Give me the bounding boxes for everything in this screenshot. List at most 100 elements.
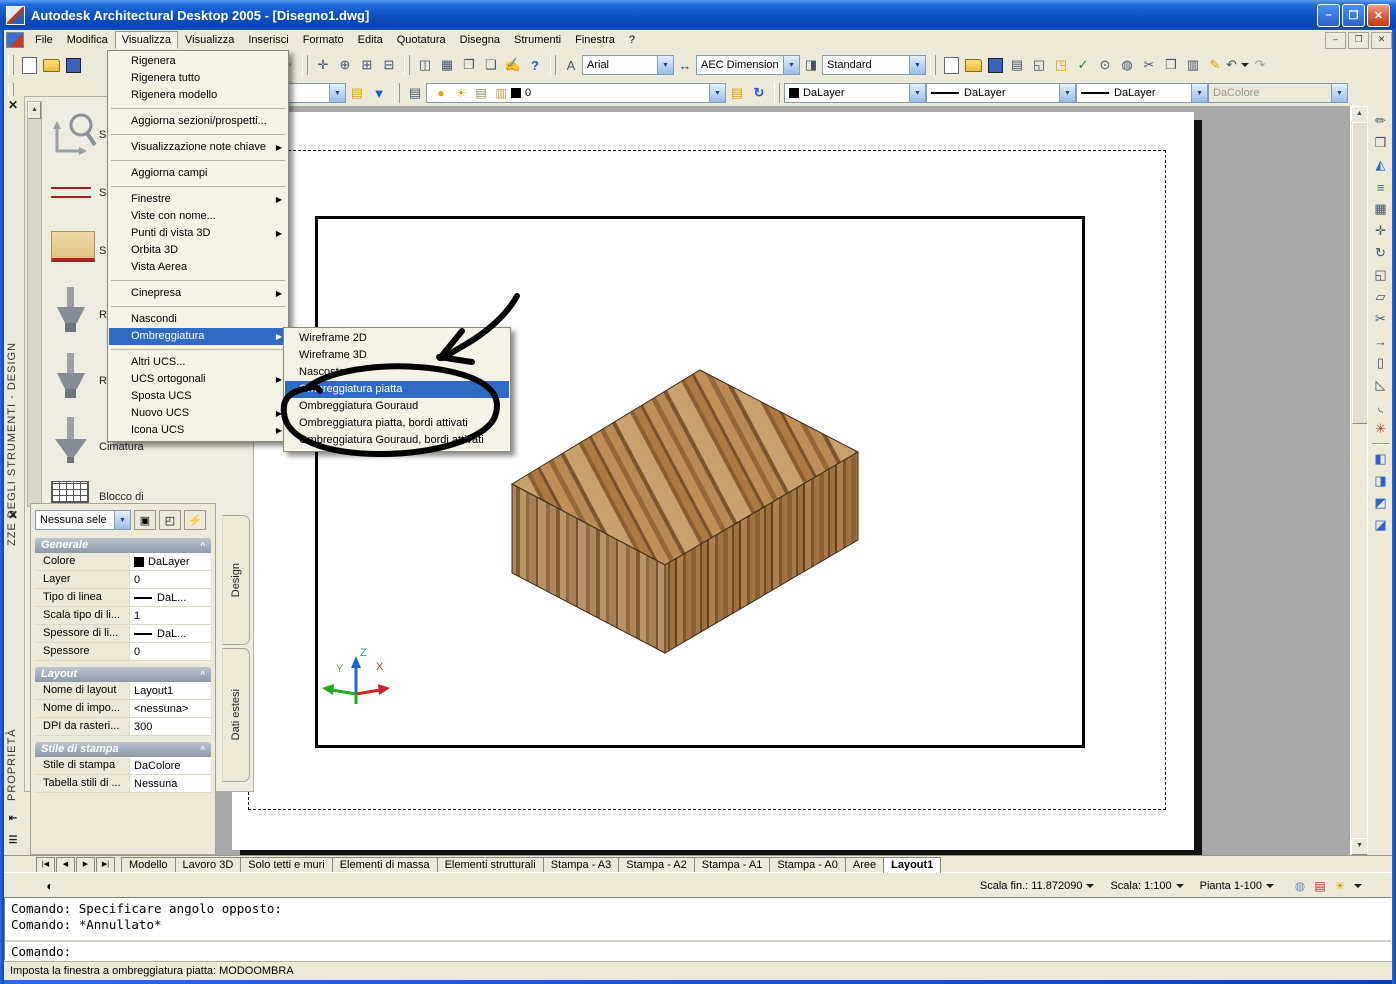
tab-lavoro-3d[interactable]: Lavoro 3D (175, 857, 242, 873)
submenu-item-ombreggiatura-gouraud[interactable]: Ombreggiatura Gouraud (285, 398, 509, 415)
submenu-item-ombreggiatura-piatta[interactable]: Ombreggiatura piatta (285, 381, 509, 398)
canvas-vscrollbar[interactable]: ▲ ▼ (1350, 106, 1368, 855)
lineweight-combo[interactable]: DaLayer ▼ (1076, 83, 1208, 103)
menu-item-viste-con-nome[interactable]: Viste con nome... (109, 208, 287, 225)
tab-solo-tetti-e-muri[interactable]: Solo tetti e muri (240, 857, 332, 873)
layer-key-icon[interactable]: ▤ (1310, 877, 1330, 895)
tool-slab-icon[interactable] (51, 231, 95, 262)
menubar-item-edita[interactable]: Edita (351, 31, 390, 49)
draworder-back-button[interactable]: ◨ (1369, 470, 1392, 492)
layer-manager-button[interactable]: ▤ (346, 82, 368, 104)
chamfer-button[interactable]: ◺ (1369, 374, 1392, 396)
tool-block-grid-icon[interactable] (51, 481, 89, 503)
tab-elementi-di-massa[interactable]: Elementi di massa (332, 857, 438, 873)
tool-chamfer-bit-icon[interactable] (51, 415, 91, 471)
combo-arrow-icon[interactable]: ▼ (909, 56, 925, 74)
menu-item-rigenera-tutto[interactable]: Rigenera tutto (109, 70, 287, 87)
stack-button[interactable]: ❑ (480, 54, 502, 76)
property-row[interactable]: Tabella stili di ...Nessuna (35, 775, 211, 793)
text-style-button[interactable]: A (560, 54, 582, 76)
layer-on-icon[interactable]: ● (431, 84, 451, 102)
undo-list-button[interactable]: ↶ (1226, 54, 1249, 76)
menu-item-ombreggiatura[interactable]: Ombreggiatura▶ (109, 328, 287, 345)
toolbar-grip[interactable] (8, 55, 14, 75)
palette-tab-design[interactable]: Design (222, 515, 250, 645)
property-row[interactable]: Tipo di lineaDaL... (35, 589, 211, 607)
section-header-stile-di-stampa[interactable]: Stile di stampa ^ (35, 742, 211, 757)
copy-clip-button[interactable]: ❒ (1160, 54, 1182, 76)
zoom-realtime-button[interactable]: ⊕ (334, 54, 356, 76)
style-button[interactable]: ◨ (800, 54, 822, 76)
tab-stampa-a0[interactable]: Stampa - A0 (769, 857, 846, 873)
layer-lock-icon[interactable]: ▥ (491, 84, 511, 102)
explode-button[interactable]: ✳ (1369, 418, 1392, 440)
property-row[interactable]: Nome di impo...<nessuna> (35, 700, 211, 718)
combo-arrow-icon[interactable]: ▼ (909, 84, 925, 102)
menu-item-aggiorna-campi[interactable]: Aggiorna campi (109, 165, 287, 182)
collapse-chevron-icon[interactable]: ^ (200, 667, 205, 682)
maximize-button[interactable]: ❐ (1342, 4, 1365, 27)
spell-check-button[interactable]: ✓ (1072, 54, 1094, 76)
selection-combo[interactable]: Nessuna sele ▼ (35, 510, 131, 530)
offset-button[interactable]: ≡ (1369, 176, 1392, 198)
combo-arrow-icon[interactable]: ▼ (657, 56, 673, 74)
combo-arrow-icon[interactable]: ▼ (1059, 84, 1075, 102)
layer-states-button[interactable]: ▤ (726, 82, 748, 104)
viewports-button[interactable]: ◫ (414, 54, 436, 76)
combo-arrow-icon[interactable]: ▼ (114, 511, 130, 529)
collapse-chevron-icon[interactable]: ^ (200, 742, 205, 757)
palette-tab-dati-estesi[interactable]: Dati estesi (222, 648, 250, 782)
property-row[interactable]: Spessore0 (35, 643, 211, 661)
display-config-control[interactable]: Pianta 1-100 (1200, 880, 1274, 892)
combo-arrow-icon[interactable]: ▼ (783, 56, 799, 74)
menubar-item-formato[interactable]: Formato (296, 31, 351, 49)
layer-previous-button[interactable]: ▼ (368, 82, 390, 104)
menubar-item-inserisci[interactable]: Inserisci (241, 31, 295, 49)
command-prompt[interactable]: Comando: (5, 942, 1391, 961)
open-sheet-button[interactable] (962, 54, 984, 76)
dim-style-button[interactable]: ↔ (674, 54, 696, 76)
property-row[interactable]: ColoreDaLayer (35, 553, 211, 571)
minimize-button[interactable]: – (1317, 4, 1340, 27)
scroll-down-button[interactable]: ▼ (1351, 838, 1368, 855)
menu-item-sposta-ucs[interactable]: Sposta UCS (109, 388, 287, 405)
section-header-generale[interactable]: Generale ^ (35, 538, 211, 553)
section-header-layout[interactable]: Layout ^ (35, 667, 211, 682)
array-button[interactable]: ▦ (1369, 198, 1392, 220)
combo-arrow-icon[interactable]: ▼ (709, 84, 725, 102)
mdi-minimize-button[interactable]: – (1325, 32, 1346, 49)
combo-arrow-icon[interactable]: ▼ (329, 84, 345, 102)
toolbar-grip[interactable] (774, 83, 780, 103)
scale-fin-control[interactable]: Scala fin.: 11.872090 (980, 880, 1095, 892)
toolbar-grip[interactable] (550, 55, 556, 75)
submenu-item-piatta-bordi-attivati[interactable]: Ombreggiatura piatta, bordi attivati (285, 415, 509, 432)
sheet-set-button[interactable]: ❐ (458, 54, 480, 76)
rotate-button[interactable]: ↻ (1369, 242, 1392, 264)
scale-button[interactable]: ◱ (1369, 264, 1392, 286)
match-properties-button[interactable]: ✎ (1204, 54, 1226, 76)
title-bar[interactable]: Autodesk Architectural Desktop 2005 - [D… (0, 0, 1396, 30)
plot-preview-button[interactable]: ◱ (1028, 54, 1050, 76)
menu-item-nuovo-ucs[interactable]: Nuovo UCS▶ (109, 405, 287, 422)
menu-item-cinepresa[interactable]: Cinepresa▶ (109, 285, 287, 302)
menu-item-orbita-3d[interactable]: Orbita 3D (109, 242, 287, 259)
mdi-close-button[interactable]: ✕ (1371, 32, 1392, 49)
collapse-chevron-icon[interactable]: ^ (200, 538, 205, 553)
tool-router-bit-icon[interactable] (51, 351, 91, 407)
tab-last-button[interactable]: ▶| (96, 857, 115, 873)
toolbar-grip[interactable] (404, 55, 410, 75)
linetype-combo[interactable]: DaLayer ▼ (926, 83, 1076, 103)
surface-hatch-icon[interactable]: ◍ (1290, 877, 1310, 895)
property-row[interactable]: DPI da rasteri...300 (35, 718, 211, 736)
new-sheet-button[interactable] (940, 54, 962, 76)
draworder-above-button[interactable]: ◩ (1369, 492, 1392, 514)
combo-arrow-icon[interactable]: ▼ (1191, 84, 1207, 102)
zoom-window-button[interactable]: ⊞ (356, 54, 378, 76)
tool-aerial-view-icon[interactable] (51, 111, 97, 161)
move-button[interactable]: ✛ (1369, 220, 1392, 242)
mdi-restore-button[interactable]: ❐ (1348, 32, 1369, 49)
help-button[interactable]: ? (524, 54, 546, 76)
dim-style-combo[interactable]: AEC Dimension ▼ (696, 55, 800, 75)
quick-select-button[interactable]: ▣ (134, 510, 156, 530)
menu-item-aggiorna-sezioni[interactable]: Aggiorna sezioni/prospetti... (109, 113, 287, 130)
